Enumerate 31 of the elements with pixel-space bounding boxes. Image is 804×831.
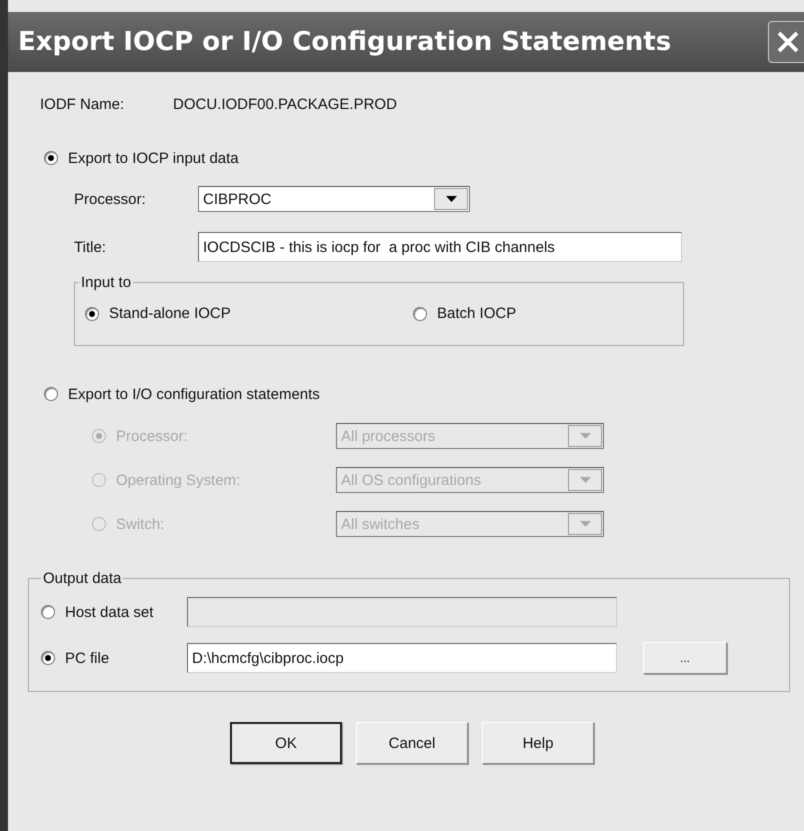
- input-field[interactable]: D:\hcmcfg\cibproc.iocp: [187, 643, 617, 673]
- dialog-button[interactable]: Help: [482, 722, 594, 764]
- title-field[interactable]: IOCDSCIB - this is iocp for a proc with CIB channels: [198, 232, 682, 262]
- radio-label[interactable]: Batch IOCP: [437, 305, 516, 322]
- dropdown-arrow-icon: [580, 521, 590, 527]
- iodf-name-value: DOCU.IODF00.PACKAGE.PROD: [173, 96, 397, 112]
- radio-label[interactable]: PC file: [65, 650, 187, 666]
- close-button[interactable]: [768, 21, 804, 63]
- browse-button[interactable]: ...: [643, 642, 727, 674]
- title-label: Title:: [74, 238, 107, 256]
- window-title: Export IOCP or I/O Configuration Statements: [17, 27, 672, 57]
- group-label: Input to: [80, 274, 132, 291]
- processor-dropdown[interactable]: CIBPROC: [198, 186, 470, 212]
- dialog-button[interactable]: OK: [230, 722, 342, 764]
- dropdown-arrow-icon: [446, 196, 456, 202]
- radio-button[interactable]: [413, 306, 427, 320]
- radio-button[interactable]: [44, 151, 58, 165]
- radio-label[interactable]: Host data set: [65, 604, 187, 620]
- radio-button[interactable]: [85, 306, 99, 320]
- radio-label[interactable]: Stand-alone IOCP: [109, 305, 231, 322]
- radio-label[interactable]: Export to IOCP input data: [68, 150, 239, 166]
- dropdown-arrow-icon: [580, 433, 590, 439]
- close-icon: [775, 29, 801, 55]
- group-label: Output data: [42, 570, 122, 587]
- dialog-button[interactable]: Cancel: [356, 722, 468, 764]
- iodf-name-label: IODF Name:: [40, 96, 126, 112]
- radio-button[interactable]: [41, 651, 55, 665]
- radio-button[interactable]: [41, 605, 55, 619]
- dropdown-arrow-icon: [580, 477, 590, 483]
- input-field[interactable]: [187, 597, 617, 627]
- processor-label: Processor:: [74, 190, 147, 208]
